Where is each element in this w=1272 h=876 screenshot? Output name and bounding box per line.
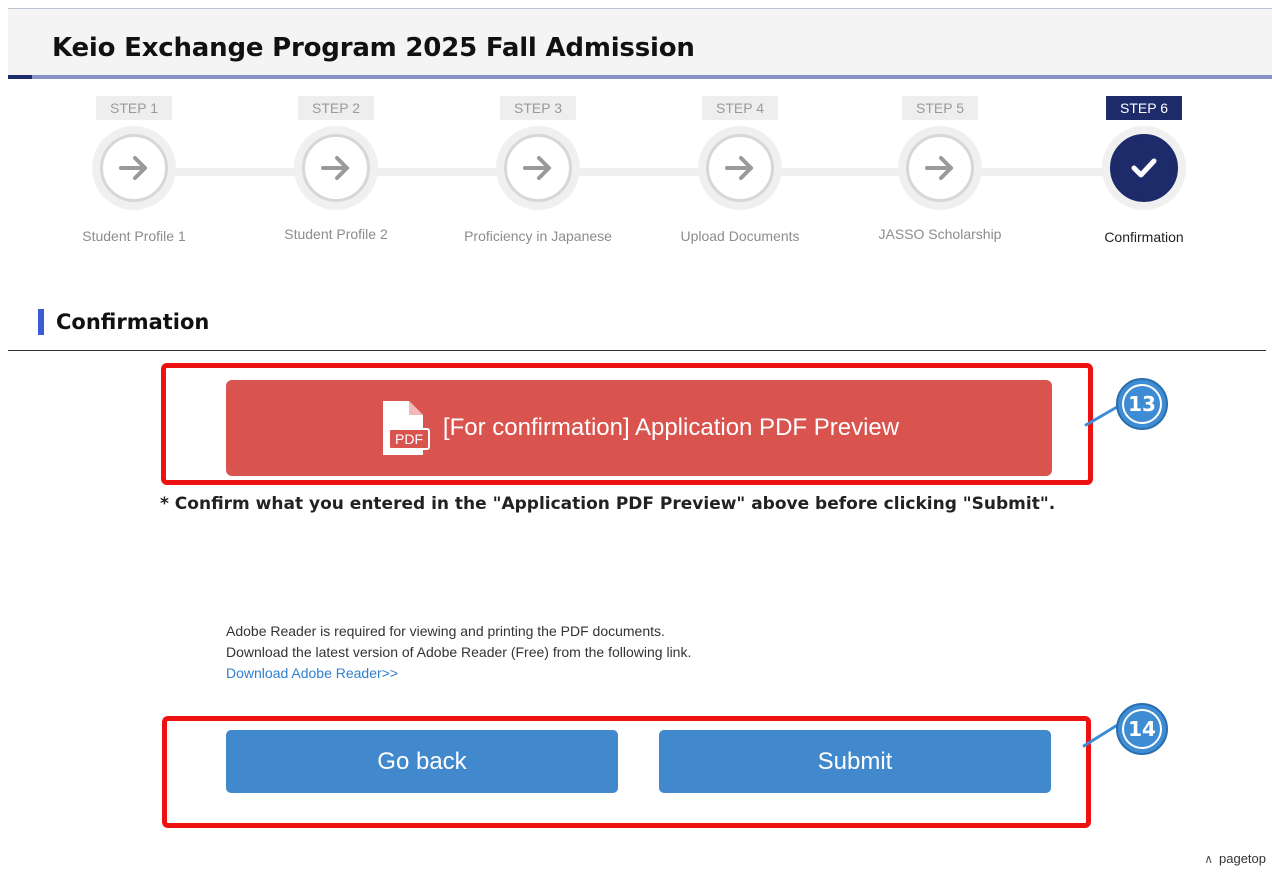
step-3: STEP 3 Proficiency in Japanese xyxy=(438,96,638,244)
section-accent-bar xyxy=(38,309,44,335)
stepper-connector-line xyxy=(134,168,1146,176)
arrow-right-icon xyxy=(925,156,953,180)
step-label: Confirmation xyxy=(1104,229,1184,245)
annotation-marker: 14 xyxy=(1116,703,1168,755)
svg-text:PDF: PDF xyxy=(395,431,423,447)
step-badge: STEP 1 xyxy=(96,96,172,120)
arrow-right-icon xyxy=(119,156,147,180)
step-label: Proficiency in Japanese xyxy=(464,228,612,244)
step-6: STEP 6 Confirmation xyxy=(1044,96,1244,245)
go-back-button[interactable]: Go back xyxy=(226,730,618,793)
section-heading: Confirmation xyxy=(38,308,209,336)
page-header: Keio Exchange Program 2025 Fall Admissio… xyxy=(8,9,1272,79)
submit-button[interactable]: Submit xyxy=(659,730,1051,793)
step-badge: STEP 6 xyxy=(1106,96,1182,120)
pdf-preview-button[interactable]: PDF [For confirmation] Application PDF P… xyxy=(226,380,1052,476)
step-1: STEP 1 Student Profile 1 xyxy=(34,96,234,244)
adobe-info-line-1: Adobe Reader is required for viewing and… xyxy=(226,623,665,639)
confirmation-note: * Confirm what you entered in the "Appli… xyxy=(160,494,1056,514)
step-badge: STEP 3 xyxy=(500,96,576,120)
step-circle xyxy=(698,126,782,210)
step-circle xyxy=(294,126,378,210)
step-label: Upload Documents xyxy=(680,228,800,244)
progress-stepper: STEP 1 Student Profile 1 STEP 2 Student … xyxy=(0,96,1272,256)
adobe-info-line-2: Download the latest version of Adobe Rea… xyxy=(226,644,692,660)
step-badge: STEP 2 xyxy=(298,96,374,120)
step-2: STEP 2 Student Profile 2 xyxy=(236,96,436,242)
pagetop-link[interactable]: ∧ pagetop xyxy=(1204,851,1266,866)
step-label: Student Profile 2 xyxy=(284,226,388,242)
annotation-marker-number: 14 xyxy=(1122,709,1162,749)
step-5: STEP 5 JASSO Scholarship xyxy=(840,96,1040,242)
adobe-info: Adobe Reader is required for viewing and… xyxy=(226,621,691,684)
page-title: Keio Exchange Program 2025 Fall Admissio… xyxy=(52,33,695,63)
pagetop-label: pagetop xyxy=(1219,851,1266,866)
arrow-right-icon xyxy=(321,156,349,180)
pdf-preview-label: [For confirmation] Application PDF Previ… xyxy=(442,414,900,441)
download-adobe-link[interactable]: Download Adobe Reader>> xyxy=(226,663,691,684)
step-badge: STEP 4 xyxy=(702,96,778,120)
annotation-marker: 13 xyxy=(1116,378,1168,430)
step-circle xyxy=(496,126,580,210)
step-4: STEP 4 Upload Documents xyxy=(640,96,840,244)
step-circle xyxy=(1102,126,1186,210)
pdf-file-icon: PDF xyxy=(382,401,430,455)
step-label: Student Profile 1 xyxy=(82,228,186,244)
header-rule-accent xyxy=(8,75,32,79)
caret-up-icon: ∧ xyxy=(1204,851,1213,866)
header-rule xyxy=(8,75,1272,79)
annotation-marker-number: 13 xyxy=(1122,384,1162,424)
arrow-right-icon xyxy=(523,156,551,180)
section-divider xyxy=(8,350,1266,351)
step-circle xyxy=(898,126,982,210)
section-title: Confirmation xyxy=(56,310,210,334)
checkmark-icon xyxy=(1131,158,1157,178)
step-circle xyxy=(92,126,176,210)
arrow-right-icon xyxy=(725,156,753,180)
step-label: JASSO Scholarship xyxy=(878,226,1002,242)
step-badge: STEP 5 xyxy=(902,96,978,120)
